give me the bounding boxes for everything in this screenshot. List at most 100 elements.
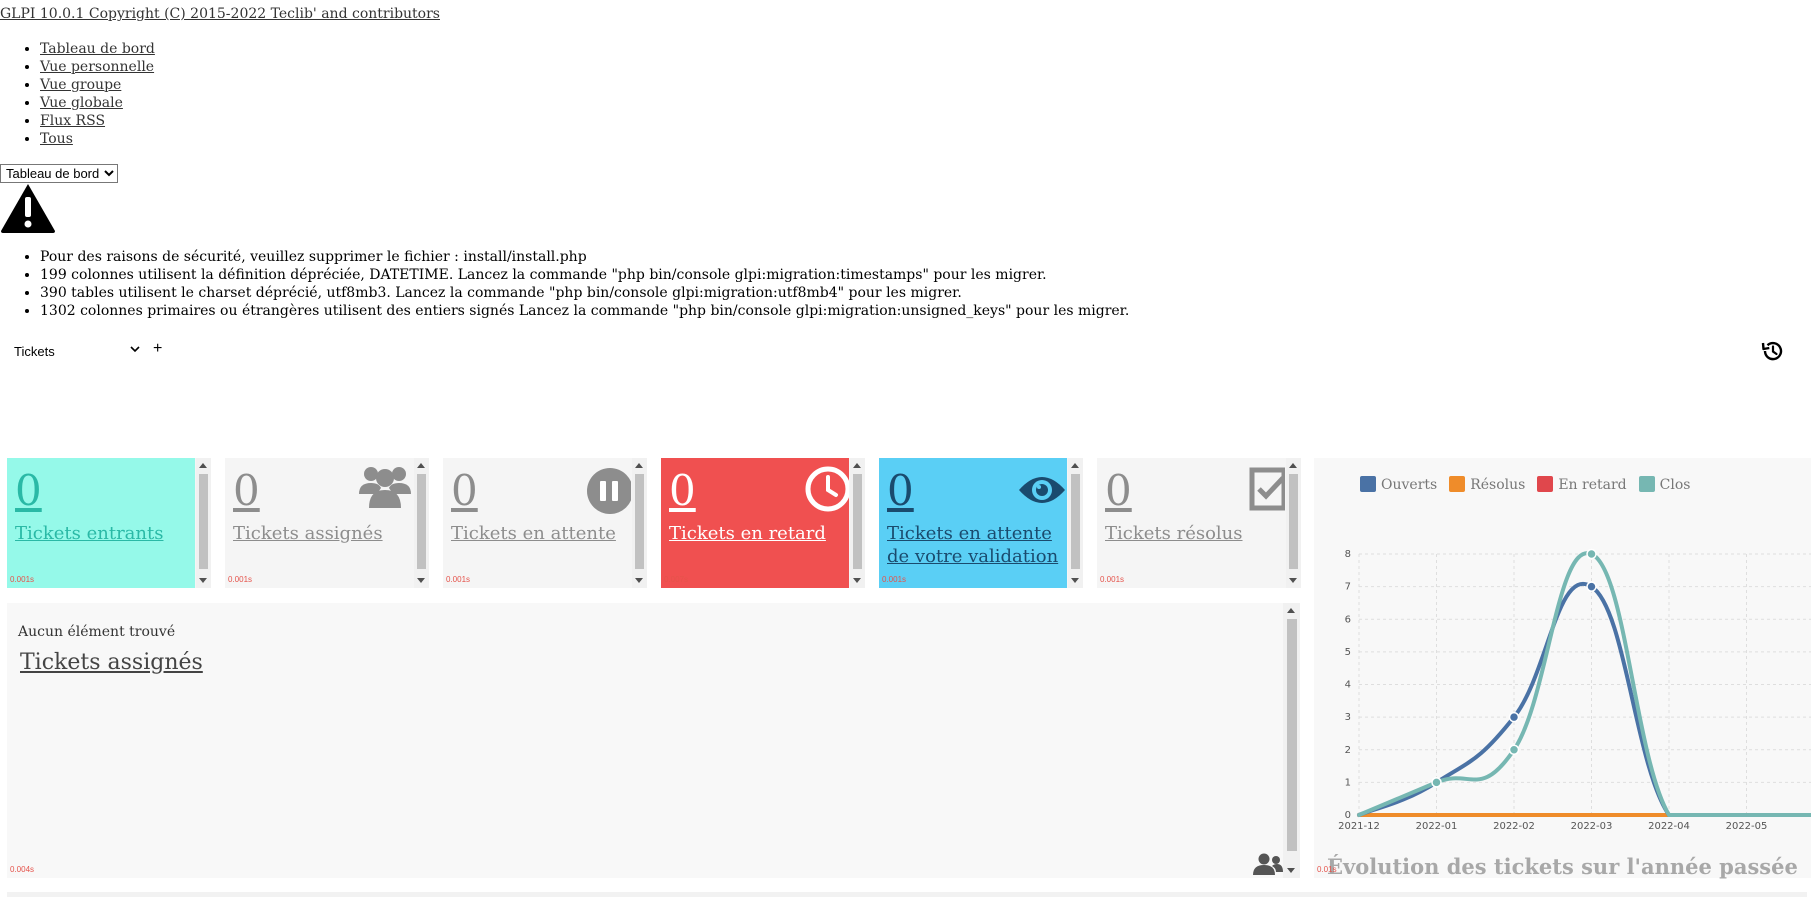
card-body: 0 Tickets entrants 0.001s [7,458,195,588]
card-body: 0 Tickets en retard 0.007s [661,458,849,588]
warning-message: Pour des raisons de sécurité, veuillez s… [40,248,1129,266]
data-point [1508,711,1520,723]
y-tick-label: 0 [1345,810,1351,821]
users-icon [1253,853,1283,875]
card-tickets-resolus[interactable]: 0 Tickets résolus 0.001s [1097,458,1301,588]
users-icon [359,467,411,508]
legend-item[interactable]: Clos [1638,476,1691,493]
pause-circle-icon [587,468,631,514]
ticket-evolution-chart: 0 1 2 3 4 5 6 7 8 2021-12 2022-01 2022-02 2022-03 202… [1338,548,1811,832]
card-timing: 0.007s [664,575,689,584]
nav-list: Tableau de bord Vue personnelle Vue grou… [0,40,155,148]
checkbox-icon [1249,467,1285,511]
nav-item-vue-groupe[interactable]: Vue groupe [40,76,155,94]
panel-timing: 0.004s [10,865,35,874]
legend-item[interactable]: En retard [1537,476,1627,493]
nav-item-flux-rss[interactable]: Flux RSS [40,112,155,130]
y-tick-label: 6 [1345,614,1351,625]
dashboard-toolbar: Tickets + [0,338,1811,366]
card-tickets-entrants[interactable]: 0 Tickets entrants 0.001s [7,458,211,588]
bottom-panel-edge [7,892,1807,897]
y-tick-label: 7 [1345,582,1351,593]
series-line-ouverts [1357,582,1811,817]
card-label[interactable]: Tickets résolus [1105,522,1280,545]
card-timing: 0.001s [10,575,35,584]
x-tick-label: 2022-03 [1571,821,1613,832]
panel-scrollbar[interactable] [1283,603,1300,878]
y-tick-label: 2 [1345,745,1351,756]
card-label[interactable]: Tickets en attente de votre validation [887,522,1062,568]
data-point [1586,548,1597,560]
warning-messages: Pour des raisons de sécurité, veuillez s… [0,248,1129,320]
chart-title: Évolution des tickets sur l'année passée [1327,854,1798,879]
nav-item-vue-personnelle[interactable]: Vue personnelle [40,58,155,76]
x-tick-label: 2022-02 [1493,821,1535,832]
card-tickets-en-attente[interactable]: 0 Tickets en attente 0.001s [443,458,647,588]
card-scrollbar[interactable] [1286,458,1301,588]
legend-item[interactable]: Ouverts [1360,476,1437,493]
history-icon[interactable] [1760,338,1786,364]
legend-label: Ouverts [1381,477,1438,493]
legend-swatch [1638,476,1655,492]
card-scrollbar[interactable] [632,458,647,588]
card-tickets-assignes[interactable]: 0 Tickets assignés 0.001s [225,458,429,588]
chevron-down-icon [130,346,140,353]
card-value[interactable]: 0 [451,468,478,514]
card-tickets-validation[interactable]: 0 Tickets en attente de votre validation… [879,458,1083,588]
dashboard-select[interactable]: Tickets [10,340,145,362]
card-scrollbar[interactable] [850,458,865,588]
add-dashboard-button[interactable]: + [153,340,162,358]
empty-message: Aucun élément trouvé [18,624,176,640]
legend-label: En retard [1558,477,1627,493]
card-tickets-en-retard[interactable]: 0 Tickets en retard 0.007s [661,458,865,588]
card-scrollbar[interactable] [1068,458,1083,588]
card-body: 0 Tickets en attente 0.001s [443,458,631,588]
card-label[interactable]: Tickets en retard [669,522,844,545]
card-label[interactable]: Tickets entrants [15,522,190,545]
legend-swatch [1449,476,1466,492]
card-value[interactable]: 0 [887,468,914,514]
legend-label: Résolus [1470,477,1526,493]
data-point [1508,744,1520,755]
card-value[interactable]: 0 [1105,468,1132,514]
nav-item-tableau-de-bord[interactable]: Tableau de bord [40,40,155,58]
y-tick-label: 8 [1345,549,1351,560]
y-tick-label: 1 [1345,777,1351,788]
warning-message: 390 tables utilisent le charset déprécié… [40,284,1129,302]
card-timing: 0.001s [882,575,907,584]
warning-message: 1302 colonnes primaires ou étrangères ut… [40,302,1129,320]
card-scrollbar[interactable] [196,458,211,588]
card-timing: 0.001s [228,575,253,584]
view-select[interactable]: Tableau de bord [0,164,118,183]
legend-item[interactable]: Résolus [1449,476,1525,493]
card-body: 0 Tickets résolus 0.001s [1097,458,1285,588]
card-value[interactable]: 0 [15,468,42,514]
card-value[interactable]: 0 [669,468,696,514]
eye-icon [1019,477,1065,503]
x-tick-label: 2022-05 [1726,821,1768,832]
assigned-tickets-panel: Aucun élément trouvé Tickets assignés 0.… [7,603,1300,878]
card-label[interactable]: Tickets en attente [451,522,626,545]
ticket-evolution-chart-panel: Ouverts Résolus En retard Clos 0 1 2 3 4 5 6 7 8 202… [1314,458,1811,879]
nav-item-vue-globale[interactable]: Vue globale [40,94,155,112]
x-tick-label: 2022-04 [1648,821,1690,832]
card-label[interactable]: Tickets assignés [233,522,408,545]
y-tick-label: 5 [1345,647,1351,658]
clock-icon [805,466,849,512]
legend-label: Clos [1659,477,1691,493]
card-timing: 0.001s [446,575,471,584]
panel-title-link[interactable]: Tickets assignés [20,650,203,675]
y-tick-label: 4 [1345,680,1351,691]
card-value[interactable]: 0 [233,468,260,514]
card-timing: 0.001s [1100,575,1125,584]
chart-legend: Ouverts Résolus En retard Clos [1360,476,1702,493]
x-tick-label: 2022-01 [1416,821,1458,832]
nav-item-tous[interactable]: Tous [40,130,155,148]
card-body: 0 Tickets assignés 0.001s [225,458,413,588]
legend-swatch [1360,476,1376,492]
warning-icon [1,184,55,233]
copyright-link[interactable]: GLPI 10.0.1 Copyright (C) 2015-2022 Tecl… [0,6,440,22]
y-tick-label: 3 [1345,712,1351,723]
card-body: 0 Tickets en attente de votre validation… [879,458,1067,588]
card-scrollbar[interactable] [414,458,429,588]
